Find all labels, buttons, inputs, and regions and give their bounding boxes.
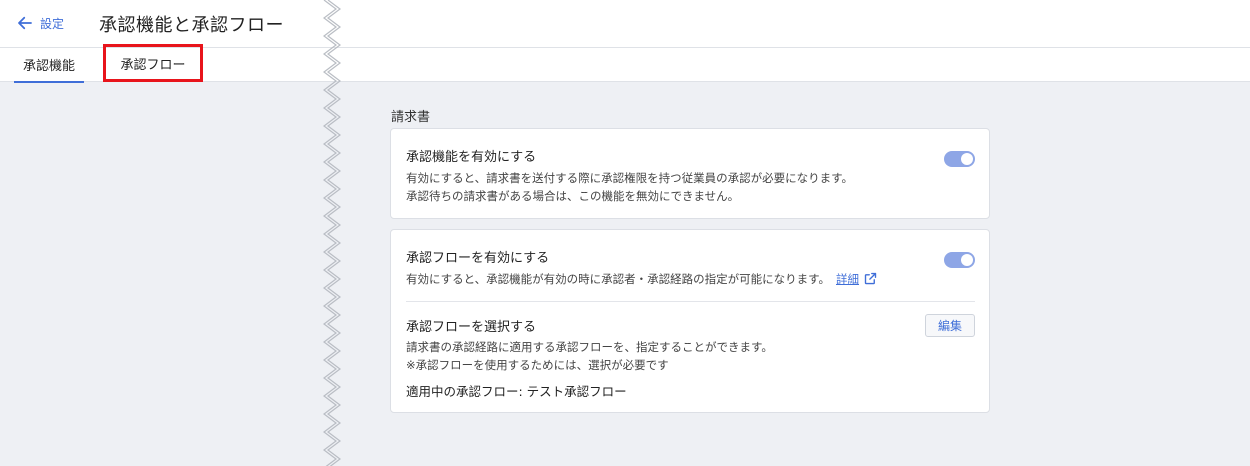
- external-link-icon[interactable]: [863, 271, 878, 286]
- torn-edge-divider: [323, 0, 341, 466]
- card-divider: [406, 301, 975, 302]
- approval-feature-card: 承認機能を有効にする 有効にすると、請求書を送付する際に承認権限を持つ従業員の承…: [390, 128, 990, 219]
- approval-flow-toggle[interactable]: [944, 252, 975, 268]
- applied-flow-text: 適用中の承認フロー: テスト承認フロー: [406, 384, 627, 399]
- approval-flow-card: 承認フローを有効にする 有効にすると、承認機能が有効の時に承認者・承認経路の指定…: [390, 229, 990, 413]
- tab-bar: 承認機能 承認フロー: [0, 44, 1250, 83]
- tab-label: 承認機能: [22, 59, 75, 74]
- detail-link[interactable]: 詳細: [836, 272, 859, 286]
- page-title: 承認機能と承認フロー: [99, 15, 284, 36]
- approval-flow-desc-text: 有効にすると、承認機能が有効の時に承認者・承認経路の指定が可能になります。: [406, 272, 831, 286]
- arrow-left-icon: [18, 16, 32, 30]
- tab-label: 承認フロー: [120, 57, 186, 73]
- approval-feature-desc-2: 承認待ちの請求書がある場合は、この機能を無効にできません。: [406, 189, 740, 203]
- section-label-invoice: 請求書: [391, 110, 431, 125]
- approval-feature-title: 承認機能を有効にする: [406, 150, 537, 165]
- select-flow-desc-2: ※承認フローを使用するためには、選択が必要です: [406, 358, 669, 372]
- back-link[interactable]: 設定: [16, 12, 64, 34]
- select-flow-title: 承認フローを選択する: [406, 320, 537, 335]
- edit-button[interactable]: 編集: [925, 314, 975, 337]
- select-flow-desc-1: 請求書の承認経路に適用する承認フローを、指定することができます。: [406, 340, 773, 354]
- tab-approval-flow[interactable]: 承認フロー: [103, 44, 203, 82]
- approval-flow-title: 承認フローを有効にする: [406, 251, 550, 266]
- approval-feature-toggle[interactable]: [944, 151, 975, 167]
- tab-approval-feature[interactable]: 承認機能: [14, 48, 84, 83]
- torn-edge-line: [327, 0, 341, 466]
- approval-feature-desc-1: 有効にすると、請求書を送付する際に承認権限を持つ従業員の承認が必要になります。: [406, 171, 854, 185]
- approval-flow-desc: 有効にすると、承認機能が有効の時に承認者・承認経路の指定が可能になります。 詳細: [406, 270, 878, 288]
- top-header: 設定 承認機能と承認フロー: [0, 0, 1250, 48]
- back-label[interactable]: 設定: [40, 15, 64, 32]
